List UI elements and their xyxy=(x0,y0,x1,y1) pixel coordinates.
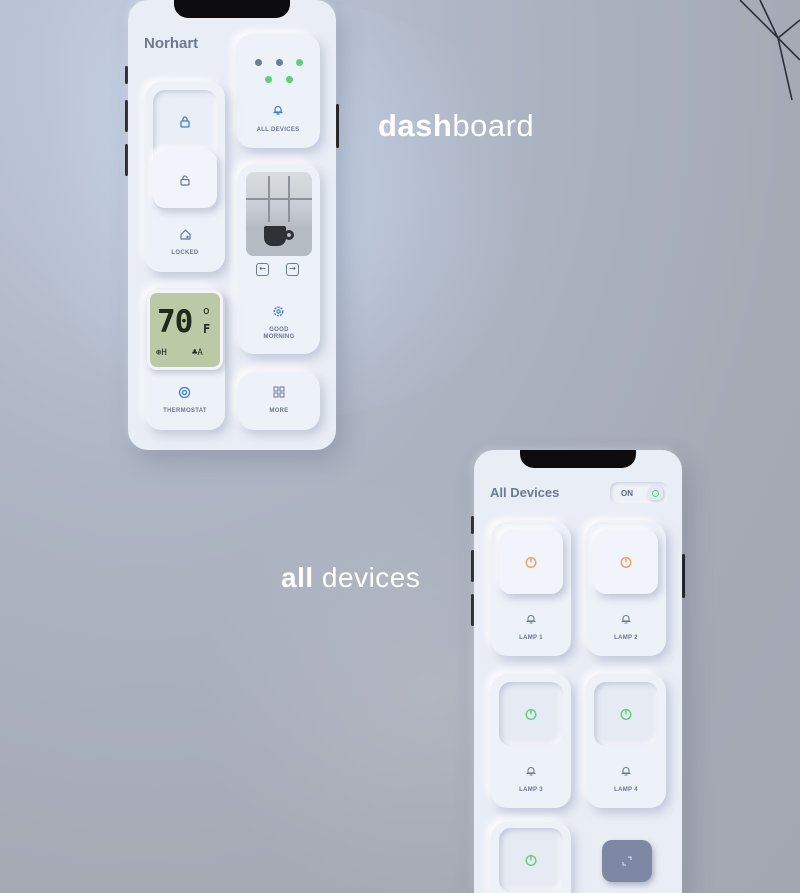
decorative-lines xyxy=(739,0,800,101)
power-icon xyxy=(620,708,632,721)
arrow-right-icon[interactable]: → xyxy=(286,263,299,276)
all-devices-title: All Devices xyxy=(490,485,560,500)
dashboard-tagline: dashboard xyxy=(378,108,534,144)
lamp-5-card xyxy=(491,822,571,893)
more-label: MORE xyxy=(269,408,289,414)
toggle-knob[interactable] xyxy=(648,486,663,500)
lamp-3-power-button[interactable] xyxy=(499,682,563,746)
lamp-1-label: LAMP 1 xyxy=(519,635,543,641)
power-icon xyxy=(525,854,537,867)
bell-icon xyxy=(273,105,283,115)
power-icon xyxy=(620,556,632,569)
all-devices-card[interactable]: ALL DEVICES xyxy=(236,34,320,148)
home-icon xyxy=(180,229,191,240)
lamp-3-label: LAMP 3 xyxy=(519,787,543,793)
all-devices-tagline: all devices xyxy=(281,562,420,594)
status-dot xyxy=(255,59,262,66)
lamp-2-label: LAMP 2 xyxy=(614,635,638,641)
lamp-4-label: LAMP 4 xyxy=(614,787,638,793)
lamp-1-power-button[interactable] xyxy=(499,530,563,594)
thermostat-icon xyxy=(178,386,191,399)
expand-tile[interactable] xyxy=(602,840,652,882)
all-devices-phone: All Devices ON LAMP 1 LAMP 2 LAMP 3 LAMP… xyxy=(474,450,682,893)
lamp-3-card: LAMP 3 xyxy=(491,674,571,808)
lamp-5-power-button[interactable] xyxy=(499,828,563,892)
phone-notch xyxy=(520,450,636,468)
lamp-2-power-button[interactable] xyxy=(594,530,658,594)
unlock-icon xyxy=(180,175,190,186)
grid-icon xyxy=(273,386,285,398)
lock-icon xyxy=(180,116,190,128)
lock-slider-knob[interactable] xyxy=(153,150,217,208)
lamp-2-card: LAMP 2 xyxy=(586,522,666,656)
all-devices-tagline-light: devices xyxy=(313,562,421,593)
coffee-photo xyxy=(246,172,312,256)
bell-icon xyxy=(526,767,536,776)
lock-card[interactable]: LOCKED xyxy=(145,82,225,272)
good-morning-card[interactable]: ← → GOOD MORNING xyxy=(238,164,320,354)
status-dot xyxy=(276,59,283,66)
thermostat-unit: F xyxy=(203,322,211,336)
thermostat-display: 70 o F ⊛H ♣A xyxy=(147,290,223,370)
power-icon xyxy=(652,490,659,497)
all-devices-label: ALL DEVICES xyxy=(256,127,300,133)
toggle-label: ON xyxy=(621,489,633,498)
phone-notch xyxy=(174,0,290,18)
status-dot xyxy=(265,76,272,83)
bell-icon xyxy=(526,615,536,624)
dashboard-tagline-light: board xyxy=(452,108,535,143)
all-devices-tagline-bold: all xyxy=(281,562,314,593)
master-power-toggle[interactable]: ON xyxy=(610,482,668,504)
lamp-4-card: LAMP 4 xyxy=(586,674,666,808)
power-icon xyxy=(525,556,537,569)
thermostat-temperature: 70 xyxy=(157,304,193,340)
lamp-4-power-button[interactable] xyxy=(594,682,658,746)
lamp-1-card: LAMP 1 xyxy=(491,522,571,656)
thermostat-degree: o xyxy=(203,304,210,317)
more-card[interactable]: MORE xyxy=(238,372,320,430)
thermostat-left-indicator: ⊛H xyxy=(156,348,167,358)
expand-icon xyxy=(622,856,632,866)
good-morning-label: GOOD MORNING xyxy=(263,327,295,340)
dashboard-phone: Norhart ALL DEVICES LOCKED ← → GOOD MORN… xyxy=(128,0,336,450)
phone-side-button xyxy=(336,104,339,148)
thermostat-right-indicator: ♣A xyxy=(192,348,203,358)
phone-side-button xyxy=(682,554,685,598)
settings-icon xyxy=(273,306,284,317)
thermostat-card[interactable]: 70 o F ⊛H ♣A THERMOSTAT xyxy=(145,288,225,430)
thermostat-label: THERMOSTAT xyxy=(163,408,207,414)
dashboard-tagline-bold: dash xyxy=(378,108,453,143)
locked-label: LOCKED xyxy=(171,250,199,256)
status-dot xyxy=(296,59,303,66)
arrow-left-icon[interactable]: ← xyxy=(256,263,269,276)
app-title: Norhart xyxy=(144,35,199,52)
status-dot xyxy=(286,76,293,83)
bell-icon xyxy=(621,615,631,624)
power-icon xyxy=(525,708,537,721)
bell-icon xyxy=(621,767,631,776)
